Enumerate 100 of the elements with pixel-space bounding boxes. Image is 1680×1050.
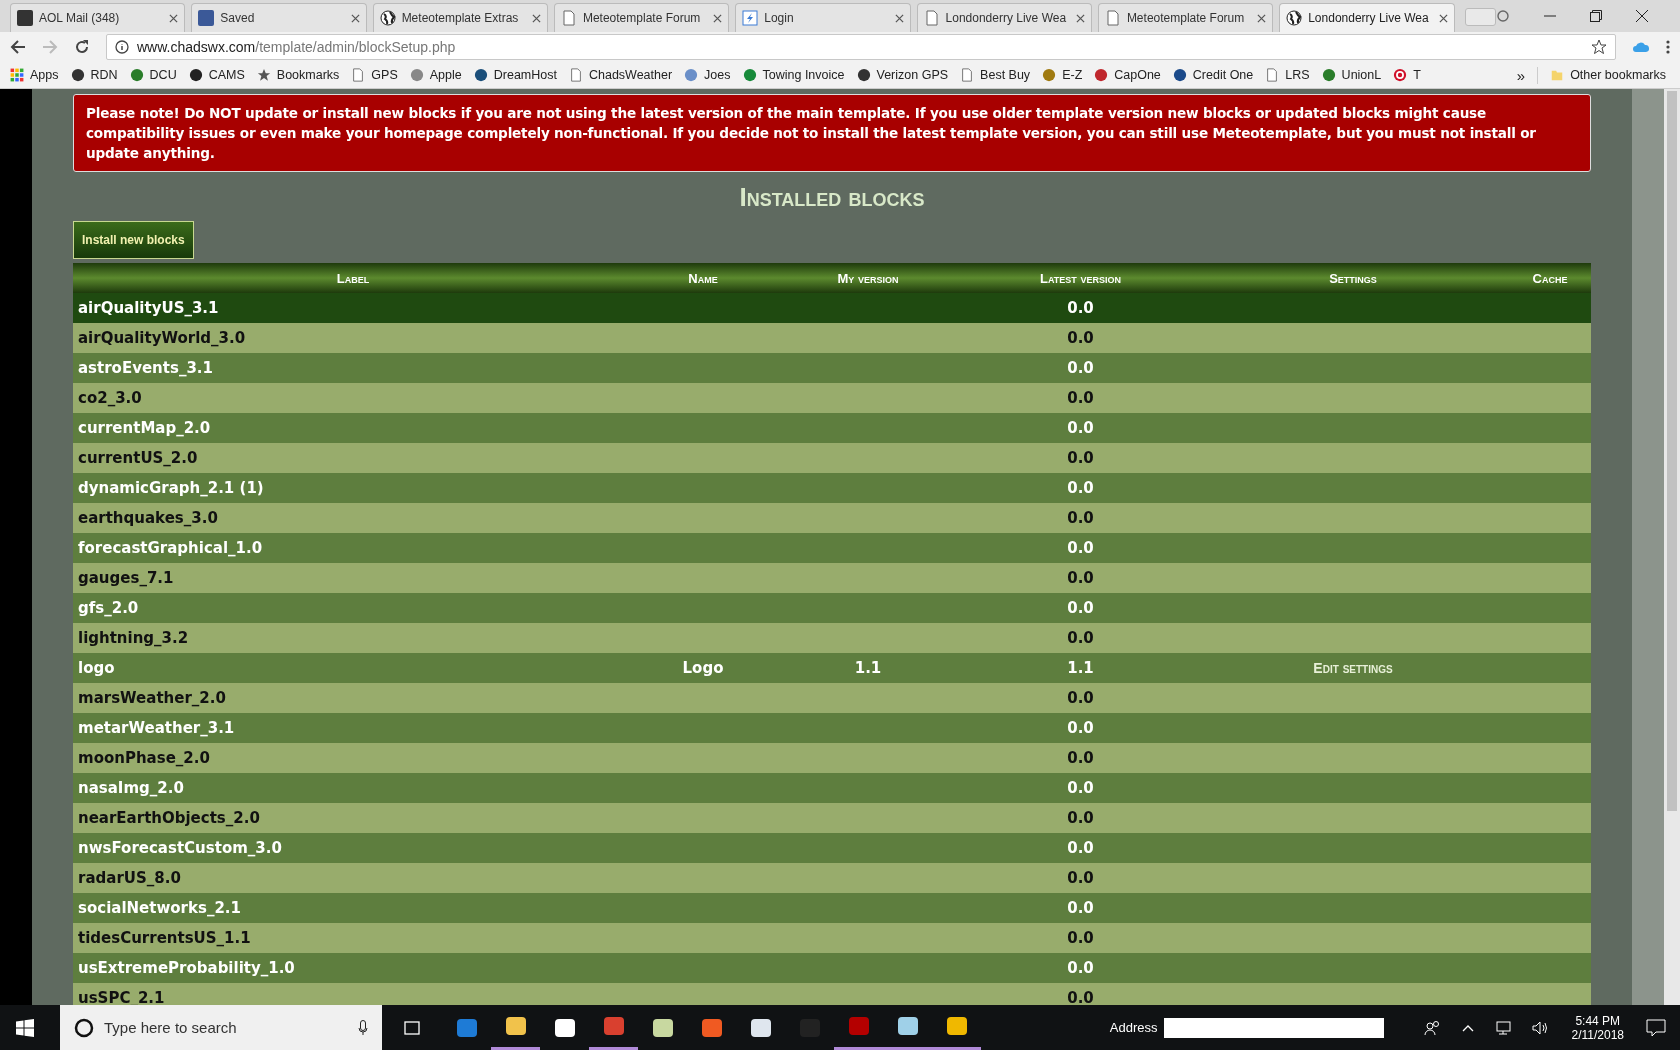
close-icon[interactable] (894, 13, 904, 23)
table-row[interactable]: nwsForecastCustom_3.0 0.0 (73, 833, 1591, 863)
bookmark-link[interactable]: Apps (10, 68, 59, 82)
column-header: Cache (1531, 270, 1569, 286)
bookmark-link[interactable]: UnionL (1321, 68, 1382, 82)
taskbar-clock[interactable]: 5:44 PM 2/11/2018 (1571, 1013, 1624, 1042)
table-row[interactable]: earthquakes_3.0 0.0 (73, 503, 1591, 533)
browser-tab[interactable]: AOL Mail (348) (10, 3, 186, 32)
people-icon[interactable] (1423, 1019, 1442, 1036)
table-row[interactable]: usSPC_2.1 0.0 (73, 983, 1591, 1005)
close-icon[interactable] (531, 13, 541, 23)
table-cell-text: airQualityUS_3.1 (77, 299, 220, 317)
back-icon[interactable] (10, 39, 26, 55)
browser-tab[interactable]: Meteotemplate Extras (372, 3, 548, 32)
bookmark-link[interactable]: CAMS (188, 68, 245, 82)
browser-tab[interactable]: Londonderry Live Wea (916, 3, 1092, 32)
bookmark-link[interactable]: CapOne (1094, 68, 1161, 82)
taskbar-search-field[interactable]: Type here to search (60, 1005, 382, 1050)
address-toolbar-field[interactable] (1163, 1017, 1384, 1038)
browser-tab[interactable]: Meteotemplate Forum (1097, 3, 1274, 32)
table-cell: 1.1 (1067, 659, 1094, 677)
bookmark-link[interactable]: Bookmarks (256, 68, 340, 82)
bookmark-link[interactable]: E-Z (1042, 68, 1083, 82)
bookmark-link[interactable]: T (1393, 68, 1421, 82)
bookmark-link[interactable]: DCU (129, 68, 177, 82)
bookmark-link[interactable]: ChadsWeather (568, 68, 673, 82)
windows-start-icon[interactable] (16, 1018, 34, 1037)
table-row[interactable]: dynamicGraph_2.1 (1) 0.0 (73, 473, 1591, 503)
table-row[interactable]: socialNetworks_2.1 0.0 (73, 893, 1591, 923)
bookmark-link[interactable]: Joes (684, 68, 731, 82)
install-button[interactable]: Install new blocks (73, 221, 194, 259)
close-icon[interactable] (1257, 13, 1267, 23)
table-cell: 0.0 (1067, 959, 1094, 977)
section-heading: Installed blocks (738, 182, 926, 213)
bookmark-link[interactable]: DreamHost (473, 68, 557, 82)
cortana-icon (74, 1017, 94, 1038)
task-view-icon[interactable] (402, 1019, 422, 1036)
chevron-up-icon[interactable] (1461, 1023, 1474, 1032)
table-cell-text: dynamicGraph_2.1 (1) (77, 479, 265, 497)
table-row[interactable]: nasaImg_2.0 0.0 (73, 773, 1591, 803)
column-header: Name (687, 270, 719, 286)
table-row[interactable]: gauges_7.1 0.0 (73, 563, 1591, 593)
table-row[interactable]: lightning_3.2 0.0 (73, 623, 1591, 653)
table-cell-text: nwsForecastCustom_3.0 (77, 839, 283, 857)
table-row[interactable]: airQualityWorld_3.0 0.0 (73, 323, 1591, 353)
cloud-icon[interactable] (1632, 40, 1650, 54)
bookmark-link[interactable]: Credit One (1172, 68, 1254, 82)
bookmark-link[interactable]: Apple (409, 68, 462, 82)
browser-tab[interactable]: Saved (191, 3, 367, 32)
app-icon (895, 1014, 920, 1038)
bookmark-star-icon[interactable] (1591, 39, 1607, 55)
bookmark-link[interactable]: RDN (70, 68, 118, 82)
table-row[interactable]: currentMap_2.0 0.0 (73, 413, 1591, 443)
volume-icon[interactable] (1531, 1019, 1550, 1036)
more-bookmarks-button[interactable]: » (1516, 66, 1539, 84)
address-bar[interactable]: www.chadswx.com/template/admin/blockSetup.php (106, 34, 1616, 60)
table-cell-text: nasaImg_2.0 (77, 779, 185, 797)
close-icon[interactable] (350, 13, 360, 23)
table-cell-text: lightning_3.2 (77, 629, 190, 647)
bookmark-link[interactable]: Verizon GPS (856, 68, 949, 82)
table-row[interactable]: marsWeather_2.0 0.0 (73, 683, 1591, 713)
edit-settings-link[interactable]: Edit settings (1313, 660, 1393, 676)
close-icon[interactable] (1075, 13, 1085, 23)
bookmark-link[interactable]: Best Buy (960, 68, 1031, 82)
browser-tab[interactable]: Meteotemplate Forum (553, 3, 730, 32)
browser-tab[interactable]: Londonderry Live Wea (1279, 3, 1455, 32)
restore-icon[interactable] (1590, 10, 1602, 22)
bookmark-folder[interactable]: Other bookmarks (1550, 68, 1670, 82)
table-row[interactable]: tidesCurrentsUS_1.1 0.0 (73, 923, 1591, 953)
table-row[interactable]: moonPhase_2.0 0.0 (73, 743, 1591, 773)
table-row[interactable]: logo Logo 1.1 1.1 Edit settings (73, 653, 1591, 683)
close-icon[interactable] (1438, 13, 1448, 23)
table-row[interactable]: usExtremeProbability_1.0 0.0 (73, 953, 1591, 983)
table-row[interactable]: co2_3.0 0.0 (73, 383, 1591, 413)
scrollbar[interactable] (1664, 89, 1680, 1005)
table-row[interactable]: airQualityUS_3.1 0.0 (73, 293, 1591, 323)
bookmark-link[interactable]: Towing Invoice (742, 68, 845, 82)
profile-icon[interactable] (1496, 9, 1510, 23)
network-icon[interactable] (1493, 1019, 1512, 1036)
table-row[interactable]: gfs_2.0 0.0 (73, 593, 1591, 623)
table-row[interactable]: forecastGraphical_1.0 0.0 (73, 533, 1591, 563)
bookmark-link[interactable]: LRS (1265, 68, 1310, 82)
table-row[interactable]: nearEarthObjects_2.0 0.0 (73, 803, 1591, 833)
microphone-icon[interactable] (358, 1019, 368, 1036)
close-icon[interactable] (169, 13, 179, 23)
reload-icon[interactable] (74, 39, 90, 55)
close-icon[interactable] (713, 13, 723, 23)
notifications-icon[interactable] (1646, 1018, 1666, 1037)
table-cell: 1.1 (854, 659, 882, 677)
column-header: My version (836, 270, 900, 286)
table-cell: 0.0 (1067, 629, 1094, 647)
close-icon[interactable] (1636, 10, 1648, 22)
lightning-icon (742, 10, 759, 26)
browser-tab[interactable]: Login (735, 3, 911, 32)
table-row[interactable]: metarWeather_3.1 0.0 (73, 713, 1591, 743)
table-row[interactable]: radarUS_8.0 0.0 (73, 863, 1591, 893)
table-row[interactable]: currentUS_2.0 0.0 (73, 443, 1591, 473)
bookmark-link[interactable]: GPS (351, 68, 398, 82)
table-row[interactable]: astroEvents_3.1 0.0 (73, 353, 1591, 383)
menu-icon[interactable] (1666, 39, 1670, 55)
